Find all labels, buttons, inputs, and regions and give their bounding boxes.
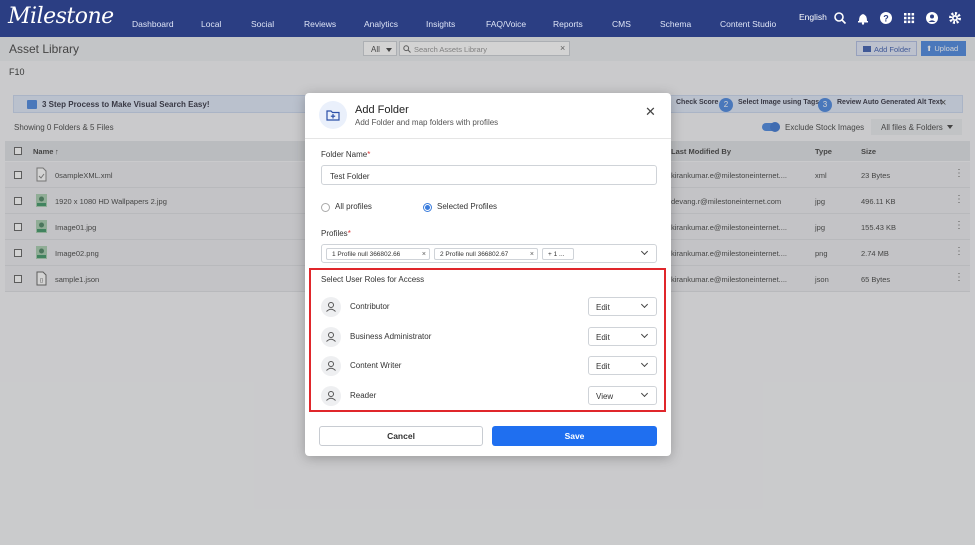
role-access-value: Edit xyxy=(596,303,610,312)
chevron-down-icon xyxy=(640,330,649,339)
save-button[interactable]: Save xyxy=(492,426,657,446)
role-name: Contributor xyxy=(350,302,390,311)
close-icon[interactable]: ✕ xyxy=(645,104,656,120)
chevron-down-icon xyxy=(640,300,649,309)
user-icon xyxy=(321,327,341,347)
divider xyxy=(305,138,671,139)
nav-social[interactable]: Social xyxy=(251,19,274,29)
folder-name-label: Folder Name* xyxy=(321,150,371,159)
add-folder-dialog: Add Folder Add Folder and map folders wi… xyxy=(305,93,671,456)
remove-chip-icon[interactable]: × xyxy=(422,251,426,258)
folder-add-icon xyxy=(319,101,347,129)
account-icon[interactable] xyxy=(925,11,939,25)
apps-grid-icon[interactable] xyxy=(902,11,916,25)
svg-text:?: ? xyxy=(883,14,889,24)
search-icon[interactable] xyxy=(833,11,847,25)
language-selector[interactable]: English xyxy=(799,12,827,22)
nav-analytics[interactable]: Analytics xyxy=(364,19,398,29)
nav-dashboard[interactable]: Dashboard xyxy=(132,19,174,29)
dialog-title: Add Folder xyxy=(355,104,409,116)
chevron-down-icon[interactable] xyxy=(640,247,649,256)
chevron-down-icon xyxy=(640,389,649,398)
top-nav: Milestone Dashboard Local Social Reviews… xyxy=(0,0,975,37)
role-access-select[interactable]: View xyxy=(588,386,657,405)
selected-profiles-radio[interactable] xyxy=(423,203,432,212)
role-access-value: Edit xyxy=(596,362,610,371)
selected-profiles-label[interactable]: Selected Profiles xyxy=(437,202,497,211)
milestone-logo[interactable]: Milestone xyxy=(8,4,114,29)
nav-reviews[interactable]: Reviews xyxy=(304,19,336,29)
profile-chip[interactable]: 2 Profile null 366802.67 × xyxy=(434,248,538,260)
profiles-multiselect[interactable]: 1 Profile null 366802.66 × 2 Profile null… xyxy=(321,244,657,263)
roles-title: Select User Roles for Access xyxy=(321,275,425,284)
profile-chip[interactable]: 1 Profile null 366802.66 × xyxy=(326,248,430,260)
nav-content-studio[interactable]: Content Studio xyxy=(720,19,776,29)
role-access-value: Edit xyxy=(596,333,610,342)
help-icon[interactable]: ? xyxy=(879,11,893,25)
all-profiles-label[interactable]: All profiles xyxy=(335,202,372,211)
role-name: Reader xyxy=(350,391,377,400)
more-profiles-chip[interactable]: + 1 ... xyxy=(542,248,574,260)
nav-schema[interactable]: Schema xyxy=(660,19,691,29)
folder-name-input[interactable]: Test Folder xyxy=(321,165,657,185)
role-name: Business Administrator xyxy=(350,332,432,341)
profiles-label: Profiles* xyxy=(321,229,351,238)
role-access-select[interactable]: Edit xyxy=(588,327,657,346)
all-profiles-radio[interactable] xyxy=(321,203,330,212)
settings-gear-icon[interactable] xyxy=(948,11,962,25)
chevron-down-icon xyxy=(640,359,649,368)
nav-cms[interactable]: CMS xyxy=(612,19,631,29)
user-icon xyxy=(321,356,341,376)
user-icon xyxy=(321,386,341,406)
role-name: Content Writer xyxy=(350,361,402,370)
nav-faq-voice[interactable]: FAQ/Voice xyxy=(486,19,526,29)
nav-reports[interactable]: Reports xyxy=(553,19,583,29)
nav-insights[interactable]: Insights xyxy=(426,19,455,29)
role-access-select[interactable]: Edit xyxy=(588,356,657,375)
cancel-button[interactable]: Cancel xyxy=(319,426,483,446)
bell-icon[interactable] xyxy=(856,11,870,25)
role-access-value: View xyxy=(596,392,614,401)
role-access-select[interactable]: Edit xyxy=(588,297,657,316)
nav-local[interactable]: Local xyxy=(201,19,221,29)
user-icon xyxy=(321,297,341,317)
dialog-subtitle: Add Folder and map folders with profiles xyxy=(355,118,499,127)
remove-chip-icon[interactable]: × xyxy=(530,251,534,258)
